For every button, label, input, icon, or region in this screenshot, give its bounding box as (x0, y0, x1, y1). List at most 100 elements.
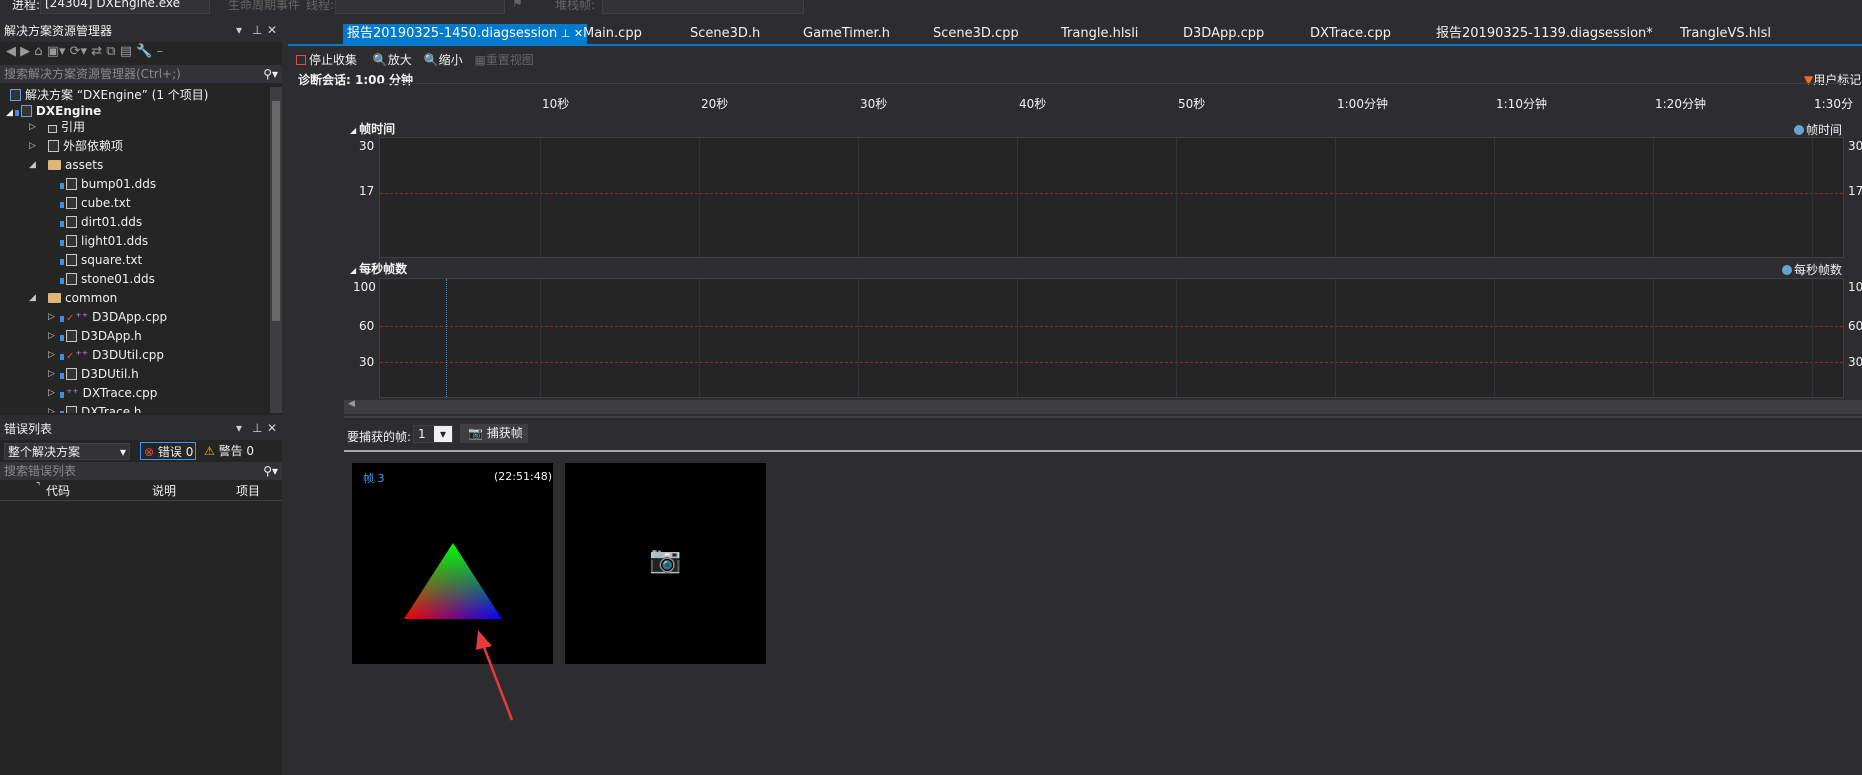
expanded-icon[interactable]: ◢ (29, 290, 36, 306)
search-icon[interactable]: ⚲▾ (263, 65, 278, 83)
error-search-input[interactable]: 搜索错误列表 ⚲▾ (0, 462, 282, 480)
tree-scrollbar[interactable] (270, 87, 282, 413)
tree-item[interactable]: light01.dds (60, 233, 148, 249)
expand-icon[interactable]: ▷ (48, 328, 55, 344)
frame-thumbnail[interactable]: 帧 3 (22:51:48) (352, 463, 553, 664)
project-node[interactable]: ◢ DXEngine (6, 103, 101, 119)
lock-icon (14, 110, 19, 116)
warnings-filter-button[interactable]: ⚠ 警告 0 (204, 443, 254, 459)
close-icon[interactable]: ✕ (267, 421, 277, 435)
tree-item[interactable]: cube.txt (60, 195, 131, 211)
expand-icon[interactable]: ▷ (48, 404, 55, 413)
show-all-icon[interactable]: ▤ (120, 44, 132, 59)
tree-item[interactable]: ▷ 外部依赖项 (29, 138, 123, 154)
panel-splitter[interactable] (283, 20, 288, 775)
tab-close-icon[interactable]: ⊥ ✕ (557, 27, 583, 40)
folder-icon (48, 293, 61, 303)
column-code[interactable]: 代码 (46, 482, 70, 500)
tree-item[interactable]: ◢ assets (29, 157, 103, 173)
scroll-left-icon[interactable]: ◀ (348, 399, 355, 409)
home-icon[interactable]: ⌂ (34, 44, 42, 59)
tab-7[interactable]: D3DApp.cpp (1183, 24, 1264, 44)
dropdown-icon[interactable]: ▾ (236, 23, 242, 37)
close-icon[interactable]: ✕ (267, 23, 277, 37)
time-ruler[interactable] (380, 83, 1846, 98)
scrollbar-thumb[interactable] (272, 101, 280, 321)
tab-10[interactable]: TrangleVS.hlsl (1680, 24, 1771, 44)
expand-icon[interactable]: ▷ (29, 119, 36, 135)
tree-item[interactable]: square.txt (60, 252, 142, 268)
tab-8[interactable]: DXTrace.cpp (1310, 24, 1391, 44)
process-select[interactable]: [24304] DXEngine.exe (40, 0, 210, 14)
expand-icon[interactable]: ▷ (48, 366, 55, 382)
capture-frame-button[interactable]: 📷 捕获帧 (460, 424, 528, 443)
ruler-tick-label: 50秒 (1178, 97, 1206, 111)
tree-item[interactable]: ▷ D3DUtil.h (48, 366, 139, 382)
frame-time-graph[interactable] (379, 137, 1844, 258)
solution-node[interactable]: 解决方案 “DXEngine” (1 个项目) (10, 87, 208, 103)
tab-4[interactable]: GameTimer.h (803, 24, 890, 44)
sort-icon[interactable]: ⌝ (36, 478, 40, 496)
zoom-in-button[interactable]: 🔍放大 (373, 53, 412, 67)
tab-9[interactable]: 报告20190325-1139.diagsession* (1436, 24, 1653, 44)
tree-item[interactable]: stone01.dds (60, 271, 155, 287)
ruler-tick-label: 10秒 (542, 97, 570, 111)
search-icon[interactable]: ⚲▾ (263, 462, 278, 480)
collapse-all-icon[interactable]: ⧉ (106, 44, 115, 59)
preview-icon[interactable]: – (156, 44, 163, 59)
flag-icon[interactable]: ⚑ (512, 0, 523, 10)
back-icon[interactable]: ◀ (6, 44, 16, 59)
tree-item[interactable]: bump01.dds (60, 176, 156, 192)
grid-line (858, 138, 859, 257)
dropdown-icon[interactable]: ▾ (236, 421, 242, 435)
column-description[interactable]: 说明 (152, 482, 176, 500)
forward-icon[interactable]: ▶ (20, 44, 30, 59)
tab-1[interactable]: 报告20190325-1450.diagsession ⊥ ✕ (343, 24, 588, 44)
tree-item[interactable]: ◢ common (29, 290, 117, 306)
solution-explorer: 解决方案资源管理器 ▾ ⊥ ✕ ◀ ▶ ⌂ ▣▾ ⟳▾ ⇄ ⧉ ▤ 🔧 – 搜索… (0, 20, 282, 415)
tree-item[interactable]: ▷ 引用 (29, 119, 85, 135)
scope-select[interactable]: 整个解决方案 ▾ (4, 443, 130, 460)
column-project[interactable]: 项目 (236, 482, 260, 500)
checkout-icon: ✓ (66, 351, 75, 362)
expand-icon[interactable]: ▷ (29, 138, 36, 154)
tab-5[interactable]: Scene3D.cpp (933, 24, 1019, 44)
tab-2[interactable]: Main.cpp (583, 24, 642, 44)
pin-icon[interactable]: ⊥ (252, 23, 262, 37)
tree-item[interactable]: ▷ ⁺⁺ DXTrace.cpp (48, 385, 157, 401)
thread-select[interactable] (335, 0, 505, 14)
capture-count-select[interactable]: 1 ▾ (413, 425, 453, 443)
stop-collection-button[interactable]: 停止收集 (296, 53, 357, 67)
expand-icon[interactable]: ▷ (48, 347, 55, 363)
fps-title: ◢ 每秒帧数 (350, 262, 408, 276)
errors-filter-button[interactable]: ⊗ 错误 0 (140, 442, 196, 460)
tree-item[interactable]: ▷ ✓⁺⁺ D3DUtil.cpp (48, 347, 164, 363)
timeline-scrollbar[interactable]: ◀ (344, 399, 1862, 414)
expanded-icon[interactable]: ◢ (29, 157, 36, 173)
lifecycle-events[interactable]: 生命周期事件 (228, 0, 300, 13)
expanded-icon[interactable]: ◢ (6, 108, 13, 118)
properties-icon[interactable]: 🔧 (136, 44, 152, 59)
sync-icon[interactable]: ⇄ (91, 44, 102, 59)
pending-changes-icon[interactable]: ⟳▾ (70, 44, 87, 59)
solution-search-input[interactable]: 搜索解决方案资源管理器(Ctrl+;) ⚲▾ (0, 65, 282, 83)
zoom-out-button[interactable]: 🔍缩小 (424, 53, 463, 67)
tree-item[interactable]: ▷ DXTrace.h (48, 404, 142, 413)
collapse-icon[interactable]: ◢ (350, 126, 356, 135)
switch-views-icon[interactable]: ▣▾ (47, 44, 66, 59)
tree-item[interactable]: ▷ D3DApp.h (48, 328, 142, 344)
capture-placeholder[interactable]: 📷 (565, 463, 766, 664)
warning-icon: ⚠ (204, 444, 215, 458)
collapse-icon[interactable]: ◢ (350, 266, 356, 275)
expand-icon[interactable]: ▷ (48, 309, 55, 325)
stackframe-select[interactable] (602, 0, 804, 14)
pin-icon[interactable]: ⊥ (252, 421, 262, 435)
grid-line (1335, 279, 1336, 397)
reset-view-button[interactable]: ▦重置视图 (474, 53, 533, 67)
tab-3[interactable]: Scene3D.h (690, 24, 760, 44)
tree-item[interactable]: dirt01.dds (60, 214, 142, 230)
expand-icon[interactable]: ▷ (48, 385, 55, 401)
tree-item[interactable]: ▷ ✓⁺⁺ D3DApp.cpp (48, 309, 167, 325)
tab-6[interactable]: Trangle.hlsli (1061, 24, 1138, 44)
fps-graph[interactable] (379, 278, 1844, 398)
